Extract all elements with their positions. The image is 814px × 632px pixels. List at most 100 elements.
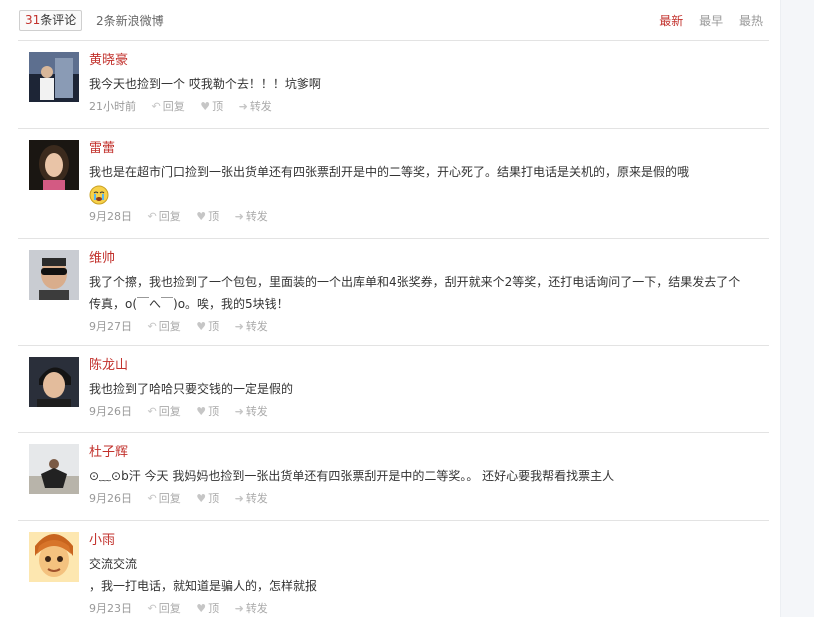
- avatar[interactable]: [29, 357, 79, 407]
- comment-header: 31条评论 2条新浪微博 最新 最早 最热: [18, 0, 769, 41]
- forward-button[interactable]: ➜ 转发: [235, 320, 268, 333]
- upvote-button[interactable]: ♥ 顶: [196, 320, 219, 333]
- heart-icon: ♥: [196, 602, 207, 615]
- reply-label: 回复: [158, 320, 181, 333]
- comment-username[interactable]: 雷蕾: [89, 140, 749, 158]
- sort-oldest[interactable]: 最早: [699, 14, 723, 28]
- right-sidebar-strip: [780, 0, 814, 617]
- avatar[interactable]: [29, 532, 79, 582]
- comment-item: 维帅 我了个擦，我也捡到了一个包包，里面装的一个出库单和4张奖券，刮开就来个2等…: [18, 239, 769, 346]
- reply-button[interactable]: ↶ 回复: [148, 492, 181, 505]
- comment-time: 9月23日: [89, 602, 132, 615]
- forward-label: 转发: [245, 492, 268, 505]
- heart-icon: ♥: [200, 100, 211, 113]
- forward-arrow-icon: ➜: [234, 405, 244, 418]
- comment-time: 9月28日: [89, 210, 132, 223]
- comment-username[interactable]: 陈龙山: [89, 357, 749, 375]
- comment-time: 21小时前: [89, 100, 136, 113]
- reply-arrow-icon: ↶: [151, 100, 161, 113]
- comment-text: 我也是在超市门口捡到一张出货单还有四张票刮开是中的二等奖，开心死了。结果打电话是…: [89, 161, 749, 205]
- comment-text-content: 我也是在超市门口捡到一张出货单还有四张票刮开是中的二等奖，开心死了。结果打电话是…: [89, 165, 690, 179]
- comment-count-number: 31: [25, 13, 41, 27]
- comment-username[interactable]: 杜子辉: [89, 444, 749, 462]
- upvote-button[interactable]: ♥ 顶: [196, 210, 219, 223]
- comment-meta: 9月23日 ↶ 回复 ♥ 顶 ➜ 转发: [89, 600, 749, 618]
- upvote-label: 顶: [208, 210, 220, 223]
- reply-button[interactable]: ↶ 回复: [148, 320, 181, 333]
- upvote-button[interactable]: ♥ 顶: [196, 492, 219, 505]
- reply-button[interactable]: ↶ 回复: [148, 405, 181, 418]
- forward-label: 转发: [245, 320, 268, 333]
- comment-text: 我也捡到了哈哈只要交钱的一定是假的: [89, 382, 294, 396]
- heart-icon: ♥: [196, 405, 207, 418]
- upvote-label: 顶: [212, 100, 224, 113]
- comment-text-line2: ，我一打电话，就知道是骗人的，怎样就报: [89, 579, 318, 593]
- comment-time: 9月26日: [89, 492, 132, 505]
- heart-icon: ♥: [196, 492, 207, 505]
- reply-label: 回复: [158, 405, 181, 418]
- upvote-button[interactable]: ♥ 顶: [200, 100, 223, 113]
- reply-button[interactable]: ↶ 回复: [148, 210, 181, 223]
- comment-username[interactable]: 小雨: [89, 532, 749, 550]
- comment-meta: 9月27日 ↶ 回复 ♥ 顶 ➜ 转发: [89, 318, 749, 336]
- sort-options: 最新 最早 最热: [647, 12, 763, 29]
- comment-item: 杜子辉 ⊙﹏⊙b汗 今天 我妈妈也捡到一张出货单还有四张票刮开是中的二等奖。。 …: [18, 433, 769, 521]
- reply-button[interactable]: ↶ 回复: [152, 100, 185, 113]
- sort-newest[interactable]: 最新: [659, 14, 683, 28]
- comment-text: 交流交流 ，我一打电话，就知道是骗人的，怎样就报: [89, 553, 749, 597]
- comment-panel: 31条评论 2条新浪微博 最新 最早 最热 黄晓豪 我今天也捡到一个 哎我勒个去…: [18, 0, 769, 631]
- avatar[interactable]: [29, 140, 79, 190]
- comment-count-tab[interactable]: 31条评论: [19, 10, 83, 31]
- upvote-label: 顶: [208, 492, 220, 505]
- upvote-button[interactable]: ♥ 顶: [196, 405, 219, 418]
- comment-time: 9月26日: [89, 405, 132, 418]
- sina-weibo-tab[interactable]: 2条新浪微博: [96, 12, 164, 29]
- comment-item: 黄晓豪 我今天也捡到一个 哎我勒个去！！！坑爹啊 21小时前 ↶ 回复 ♥ 顶 ➜ 转…: [18, 41, 769, 129]
- reply-label: 回复: [158, 602, 181, 615]
- forward-button[interactable]: ➜ 转发: [239, 100, 272, 113]
- comment-text: 我今天也捡到一个 哎我勒个去！！！坑爹啊: [89, 77, 321, 91]
- comment-count-label: 条评论: [40, 13, 77, 27]
- reply-arrow-icon: ↶: [147, 405, 157, 418]
- forward-arrow-icon: ➜: [238, 100, 248, 113]
- comment-username[interactable]: 黄晓豪: [89, 52, 749, 70]
- heart-icon: ♥: [196, 210, 207, 223]
- comment-item: 陈龙山 我也捡到了哈哈只要交钱的一定是假的 9月26日 ↶ 回复 ♥ 顶 ➜ 转发: [18, 346, 769, 433]
- comment-username[interactable]: 维帅: [89, 250, 749, 268]
- upvote-button[interactable]: ♥ 顶: [196, 602, 219, 615]
- forward-button[interactable]: ➜ 转发: [235, 210, 268, 223]
- forward-label: 转发: [249, 100, 272, 113]
- upvote-label: 顶: [208, 405, 220, 418]
- forward-arrow-icon: ➜: [234, 602, 244, 615]
- forward-button[interactable]: ➜ 转发: [235, 405, 268, 418]
- reply-arrow-icon: ↶: [147, 210, 157, 223]
- forward-label: 转发: [245, 210, 268, 223]
- avatar[interactable]: [29, 444, 79, 494]
- comment-meta: 9月28日 ↶ 回复 ♥ 顶 ➜ 转发: [89, 208, 749, 226]
- reply-label: 回复: [158, 210, 181, 223]
- crying-emoji-icon: [89, 185, 109, 204]
- forward-arrow-icon: ➜: [234, 320, 244, 333]
- reply-button[interactable]: ↶ 回复: [148, 602, 181, 615]
- comment-text: ⊙﹏⊙b汗 今天 我妈妈也捡到一张出货单还有四张票刮开是中的二等奖。。 还好心要…: [89, 469, 615, 483]
- comment-meta: 9月26日 ↶ 回复 ♥ 顶 ➜ 转发: [89, 403, 749, 421]
- forward-button[interactable]: ➜ 转发: [235, 602, 268, 615]
- comment-time: 9月27日: [89, 320, 132, 333]
- forward-button[interactable]: ➜ 转发: [235, 492, 268, 505]
- reply-arrow-icon: ↶: [147, 492, 157, 505]
- reply-arrow-icon: ↶: [147, 320, 157, 333]
- comment-text: 我了个擦，我也捡到了一个包包，里面装的一个出库单和4张奖券，刮开就来个2等奖，还…: [89, 275, 741, 311]
- sort-hottest[interactable]: 最热: [739, 14, 763, 28]
- forward-arrow-icon: ➜: [234, 210, 244, 223]
- comment-text-line1: 交流交流: [89, 557, 138, 571]
- forward-label: 转发: [245, 405, 268, 418]
- comment-item: 雷蕾 我也是在超市门口捡到一张出货单还有四张票刮开是中的二等奖，开心死了。结果打…: [18, 129, 769, 239]
- avatar[interactable]: [29, 52, 79, 102]
- reply-label: 回复: [158, 492, 181, 505]
- upvote-label: 顶: [208, 320, 220, 333]
- comment-item: 小雨 交流交流 ，我一打电话，就知道是骗人的，怎样就报 9月23日 ↶ 回复 ♥ 顶 …: [18, 521, 769, 631]
- reply-label: 回复: [162, 100, 185, 113]
- comment-meta: 21小时前 ↶ 回复 ♥ 顶 ➜ 转发: [89, 98, 749, 116]
- avatar[interactable]: [29, 250, 79, 300]
- upvote-label: 顶: [208, 602, 220, 615]
